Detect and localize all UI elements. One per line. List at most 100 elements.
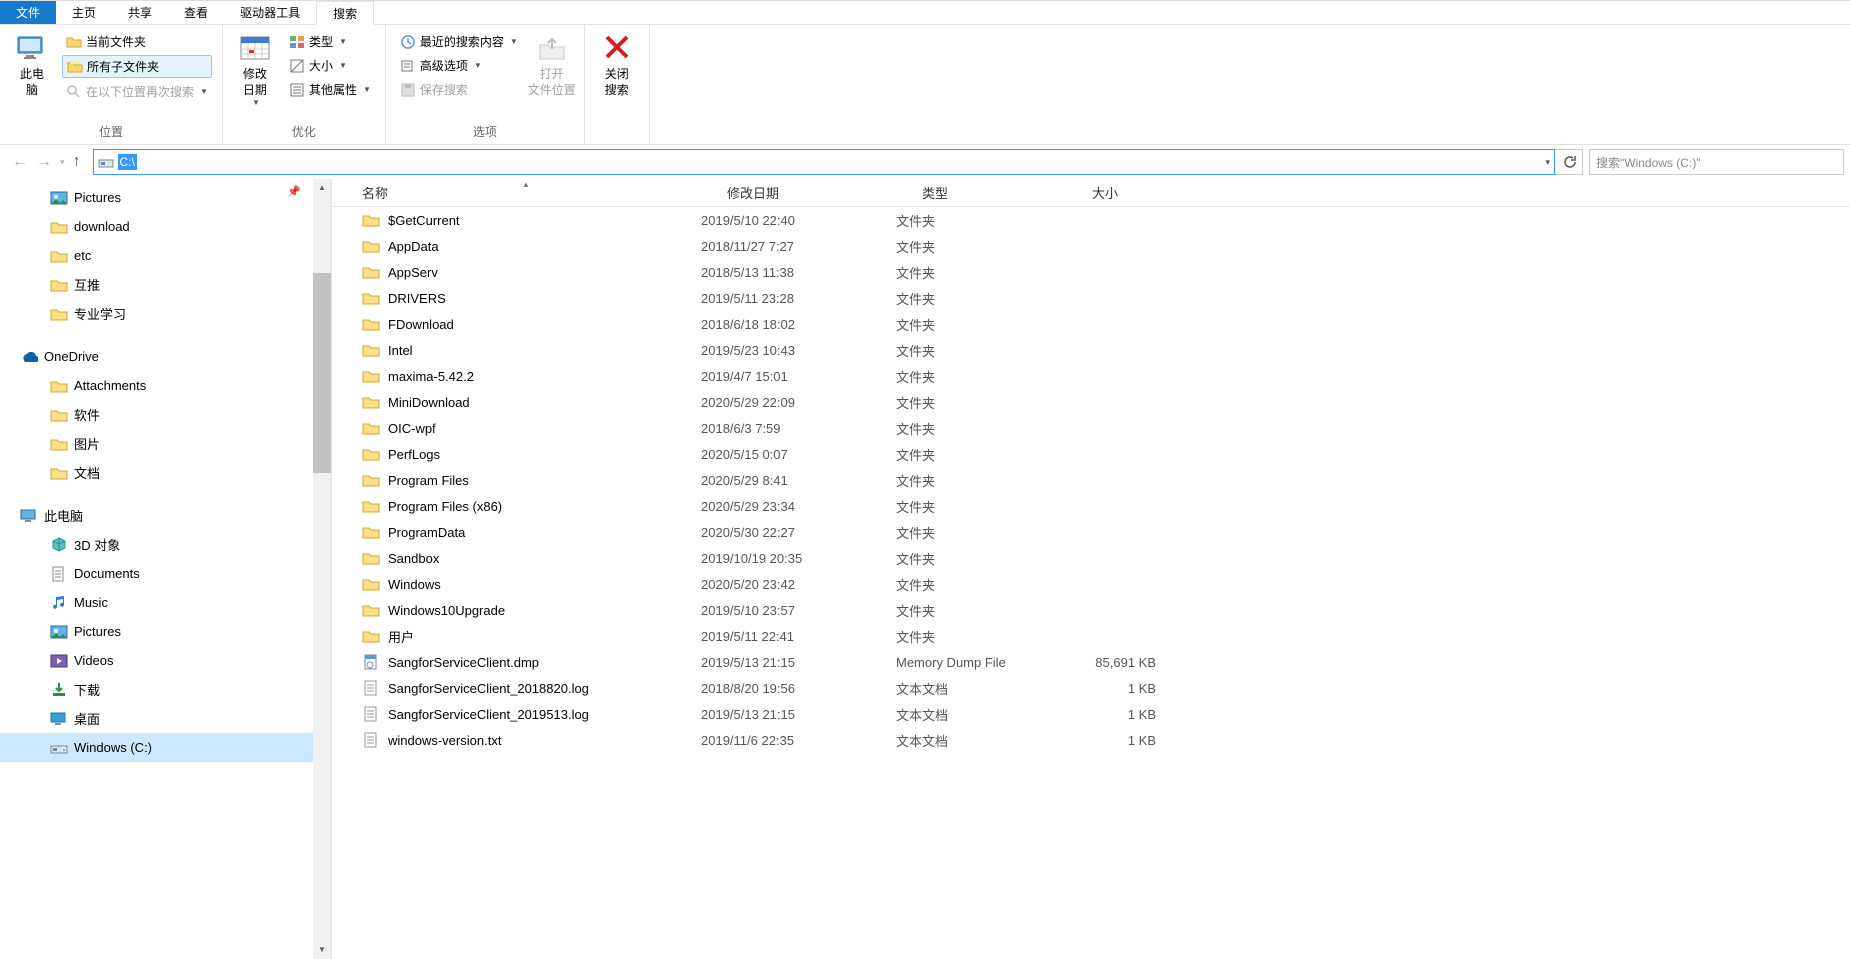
sidebar-scroll-thumb[interactable] — [313, 273, 331, 473]
size-icon — [289, 58, 305, 74]
file-row[interactable]: Program Files2020/5/29 8:41文件夹 — [332, 467, 1850, 493]
nav-up-button[interactable]: ↑ — [73, 153, 81, 171]
file-date: 2020/5/15 0:07 — [701, 447, 896, 462]
file-row[interactable]: Program Files (x86)2020/5/29 23:34文件夹 — [332, 493, 1850, 519]
tab-view[interactable]: 查看 — [168, 1, 224, 24]
all-subfolders-button[interactable]: 所有子文件夹 — [62, 55, 212, 78]
current-folder-button[interactable]: 当前文件夹 — [62, 31, 212, 52]
column-header-name[interactable]: 名称 ▲ — [362, 183, 727, 202]
address-bar[interactable]: C:\ ▾ — [93, 149, 1555, 175]
sidebar-item[interactable]: 下载 — [0, 675, 331, 704]
advanced-options-button[interactable]: 高级选项 ▼ — [396, 55, 522, 76]
menu-tabs: 文件 主页 共享 查看 驱动器工具 搜索 — [0, 1, 1850, 25]
search-box[interactable]: 搜索"Windows (C:)" — [1589, 149, 1844, 175]
file-row[interactable]: Windows2020/5/20 23:42文件夹 — [332, 571, 1850, 597]
tab-file[interactable]: 文件 — [0, 1, 56, 24]
sidebar-item-label: 此电脑 — [44, 506, 83, 525]
sidebar-item-label: 软件 — [74, 405, 100, 424]
sidebar-item[interactable]: 软件 — [0, 400, 331, 429]
sidebar-item[interactable]: 互推 — [0, 270, 331, 299]
file-row[interactable]: AppData2018/11/27 7:27文件夹 — [332, 233, 1850, 259]
file-type: Memory Dump File — [896, 655, 1066, 670]
recent-icon — [400, 34, 416, 50]
size-button[interactable]: 大小 ▼ — [285, 55, 375, 76]
tab-drive-tools[interactable]: 驱动器工具 — [224, 1, 316, 24]
file-row[interactable]: Windows10Upgrade2019/5/10 23:57文件夹 — [332, 597, 1850, 623]
sidebar-item[interactable]: Windows (C:) — [0, 733, 331, 762]
column-header-type[interactable]: 类型 — [922, 183, 1092, 202]
sidebar-scroll-down[interactable]: ▼ — [313, 941, 331, 959]
open-location-button[interactable]: 打开 文件位置 — [526, 27, 578, 102]
column-header-date[interactable]: 修改日期 — [727, 183, 922, 202]
file-row[interactable]: DRIVERS2019/5/11 23:28文件夹 — [332, 285, 1850, 311]
file-row[interactable]: MiniDownload2020/5/29 22:09文件夹 — [332, 389, 1850, 415]
file-date: 2019/5/11 23:28 — [701, 291, 896, 306]
file-row[interactable]: SangforServiceClient_2019513.log2019/5/1… — [332, 701, 1850, 727]
other-attrs-button[interactable]: 其他属性 ▼ — [285, 79, 375, 100]
sidebar-item[interactable]: Pictures — [0, 183, 331, 212]
column-header-size[interactable]: 大小 — [1092, 183, 1192, 202]
file-row[interactable]: FDownload2018/6/18 18:02文件夹 — [332, 311, 1850, 337]
sidebar-scroll-up[interactable]: ▲ — [313, 179, 331, 197]
sidebar-item[interactable]: OneDrive — [0, 342, 331, 371]
file-date: 2019/4/7 15:01 — [701, 369, 896, 384]
file-row[interactable]: 用户2019/5/11 22:41文件夹 — [332, 623, 1850, 649]
folder-icon — [50, 377, 68, 395]
sidebar-item[interactable]: 此电脑 — [0, 501, 331, 530]
file-row[interactable]: Intel2019/5/23 10:43文件夹 — [332, 337, 1850, 363]
file-row[interactable]: Sandbox2019/10/19 20:35文件夹 — [332, 545, 1850, 571]
file-row[interactable]: PerfLogs2020/5/15 0:07文件夹 — [332, 441, 1850, 467]
file-type: 文本文档 — [896, 731, 1066, 750]
tab-home[interactable]: 主页 — [56, 1, 112, 24]
sidebar-item[interactable]: download — [0, 212, 331, 241]
sidebar-item[interactable]: Pictures — [0, 617, 331, 646]
modify-date-button[interactable]: 修改 日期 ▼ — [229, 27, 281, 113]
tab-search[interactable]: 搜索 — [316, 1, 374, 25]
file-row[interactable]: ProgramData2020/5/30 22:27文件夹 — [332, 519, 1850, 545]
sidebar-item[interactable]: 图片 — [0, 429, 331, 458]
search-again-button[interactable]: 在以下位置再次搜索 ▼ — [62, 81, 212, 102]
sidebar-item[interactable]: Videos — [0, 646, 331, 675]
pin-icon[interactable]: 📌 — [287, 185, 301, 198]
sidebar-item[interactable]: 专业学习 — [0, 299, 331, 328]
sidebar-item[interactable]: Documents — [0, 559, 331, 588]
file-row[interactable]: SangforServiceClient.dmp2019/5/13 21:15M… — [332, 649, 1850, 675]
close-search-label2: 搜索 — [605, 83, 629, 99]
sidebar-item[interactable]: 3D 对象 — [0, 530, 331, 559]
file-row[interactable]: windows-version.txt2019/11/6 22:35文本文档1 … — [332, 727, 1850, 753]
sidebar-item[interactable]: 文档 — [0, 458, 331, 487]
file-size: 1 KB — [1066, 707, 1166, 722]
txt-icon — [362, 731, 380, 749]
save-search-button[interactable]: 保存搜索 — [396, 79, 522, 100]
nav-history-dropdown[interactable]: ▾ — [60, 157, 65, 168]
sidebar-item[interactable]: etc — [0, 241, 331, 270]
tab-share[interactable]: 共享 — [112, 1, 168, 24]
file-row[interactable]: OIC-wpf2018/6/3 7:59文件夹 — [332, 415, 1850, 441]
search-placeholder: 搜索"Windows (C:)" — [1596, 154, 1701, 171]
sidebar-item[interactable]: 桌面 — [0, 704, 331, 733]
refresh-button[interactable] — [1555, 149, 1583, 175]
type-button[interactable]: 类型 ▼ — [285, 31, 375, 52]
file-row[interactable]: AppServ2018/5/13 11:38文件夹 — [332, 259, 1850, 285]
file-row[interactable]: SangforServiceClient_2018820.log2018/8/2… — [332, 675, 1850, 701]
address-dropdown-icon[interactable]: ▾ — [1545, 157, 1550, 168]
ribbon-group-options: 最近的搜索内容 ▼ 高级选项 ▼ 保存搜索 打开 文件位置 — [386, 25, 585, 144]
nav-forward-button[interactable]: → — [36, 153, 52, 171]
folder-icon — [362, 315, 380, 333]
close-search-button[interactable]: 关闭 搜索 — [591, 27, 643, 102]
type-icon — [289, 34, 305, 50]
sidebar-item[interactable]: Attachments — [0, 371, 331, 400]
file-row[interactable]: $GetCurrent2019/5/10 22:40文件夹 — [332, 207, 1850, 233]
file-date: 2019/5/13 21:15 — [701, 655, 896, 670]
file-row[interactable]: maxima-5.42.22019/4/7 15:01文件夹 — [332, 363, 1850, 389]
drive-icon — [50, 739, 68, 757]
sidebar-item[interactable]: Music — [0, 588, 331, 617]
folder-icon — [50, 276, 68, 294]
nav-back-button[interactable]: ← — [12, 153, 28, 171]
other-attrs-label: 其他属性 — [309, 81, 357, 98]
folder-icon — [362, 523, 380, 541]
sidebar-item-label: 桌面 — [74, 709, 100, 728]
recent-search-button[interactable]: 最近的搜索内容 ▼ — [396, 31, 522, 52]
this-pc-button[interactable]: 此电 脑 — [6, 27, 58, 102]
folder-icon — [362, 419, 380, 437]
